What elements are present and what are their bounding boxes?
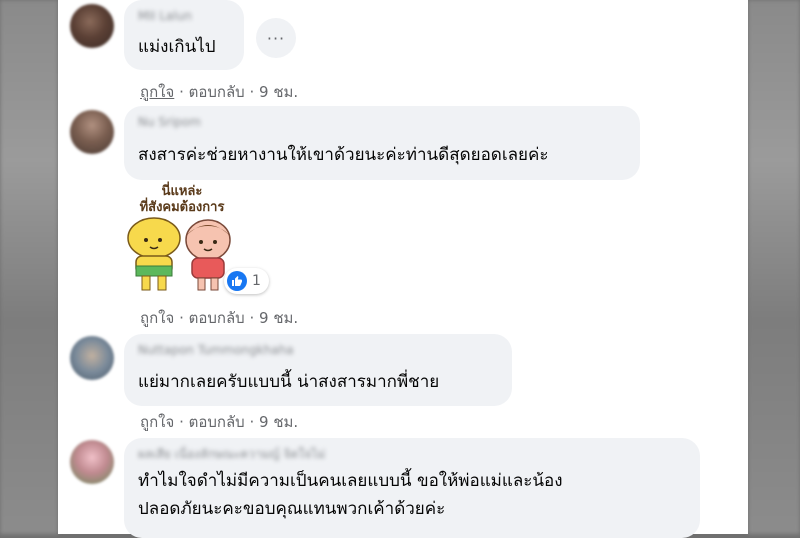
reaction-badge[interactable]: 1 — [224, 268, 269, 294]
comment-bubble: Nu Sripom สงสารค่ะช่วยหางานให้เขาด้วยนะค… — [124, 106, 640, 180]
comment-text: แม่งเกินไป — [138, 37, 216, 57]
sticker-caption: นี่แหล่ะ ที่สังคมต้องการ — [139, 184, 225, 215]
like-link[interactable]: ถูกใจ — [140, 309, 174, 327]
separator: · — [179, 309, 189, 327]
comment-text: แย่มากเลยครับแบบนี้ น่าสงสารมากพี่ชาย — [138, 372, 440, 392]
comments-panel: MII Lalun แม่งเกินไป ··· ถูกใจ · ตอบกลับ… — [58, 0, 748, 538]
commenter-name[interactable]: Nuttapon Tummongkhaha — [138, 342, 498, 358]
separator: · — [179, 413, 189, 431]
separator: · — [249, 83, 260, 101]
avatar[interactable] — [70, 440, 114, 484]
comment-bubble: Nuttapon Tummongkhaha แย่มากเลยครับแบบนี… — [124, 334, 512, 406]
reply-link[interactable]: ตอบกลับ — [189, 413, 245, 431]
comment-time[interactable]: 9 ชม. — [259, 309, 298, 327]
blurred-background-right — [748, 0, 800, 534]
blurred-background-left — [0, 0, 58, 534]
commenter-name[interactable]: ผลเสีย เนื่องลักษณะความญ์ จิตใจไม่ — [138, 446, 686, 462]
like-reaction-icon — [227, 271, 247, 291]
comment-actions: ถูกใจ · ตอบกลับ · 9 ชม. — [140, 306, 298, 330]
comment-text: สงสารค่ะช่วยหางานให้เขาด้วยนะค่ะท่านดีสุ… — [138, 145, 549, 165]
comment-text-line-2: ปลอดภัยนะคะขอบคุณแทนพวกเค้าด้วยค่ะ — [138, 499, 446, 519]
sticker-characters-illustration — [127, 217, 231, 291]
avatar[interactable] — [70, 4, 114, 48]
comment-actions: ถูกใจ · ตอบกลับ · 9 ชม. — [140, 80, 298, 104]
reaction-count: 1 — [252, 273, 261, 289]
reply-link[interactable]: ตอบกลับ — [189, 309, 245, 327]
commenter-name[interactable]: Nu Sripom — [138, 114, 626, 130]
avatar[interactable] — [70, 336, 114, 380]
separator: · — [249, 309, 260, 327]
more-icon: ··· — [266, 28, 286, 48]
separator: · — [249, 413, 260, 431]
comment-bubble: MII Lalun แม่งเกินไป — [124, 0, 244, 70]
like-link[interactable]: ถูกใจ — [140, 83, 174, 101]
commenter-name[interactable]: MII Lalun — [138, 8, 230, 24]
avatar[interactable] — [70, 110, 114, 154]
more-options-button[interactable]: ··· — [256, 18, 296, 58]
comment-actions: ถูกใจ · ตอบกลับ · 9 ชม. — [140, 410, 298, 434]
comment-time[interactable]: 9 ชม. — [259, 413, 298, 431]
comment-bubble: ผลเสีย เนื่องลักษณะความญ์ จิตใจไม่ ทำไมใ… — [124, 438, 700, 538]
separator: · — [179, 83, 189, 101]
like-link[interactable]: ถูกใจ — [140, 413, 174, 431]
comment-time[interactable]: 9 ชม. — [259, 83, 298, 101]
reply-link[interactable]: ตอบกลับ — [189, 83, 245, 101]
comment-text-line-1: ทำไมใจดำไม่มีความเป็นคนเลยแบบนี้ ขอให้พ่… — [138, 471, 563, 491]
